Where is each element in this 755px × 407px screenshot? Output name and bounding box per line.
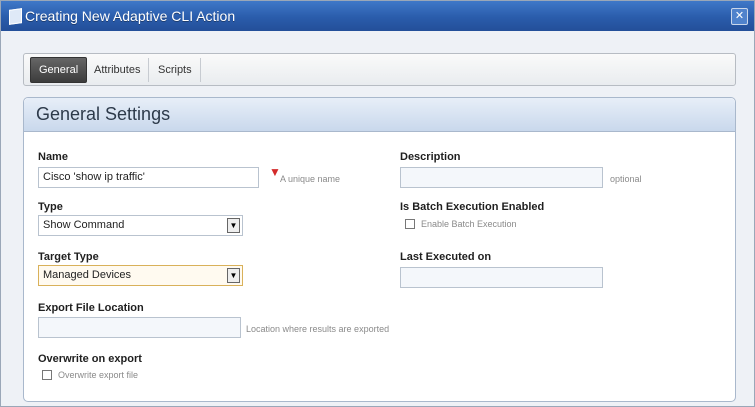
panel-header: General Settings — [24, 98, 735, 132]
export-location-label: Export File Location — [38, 302, 144, 314]
window-title: Creating New Adaptive CLI Action — [25, 8, 236, 24]
tab-general[interactable]: General — [30, 57, 88, 83]
dialog-window: Creating New Adaptive CLI Action ✕ Gener… — [0, 0, 755, 407]
batch-checkbox-label: Enable Batch Execution — [421, 219, 517, 229]
tab-strip: General Attributes Scripts — [23, 53, 736, 86]
type-select[interactable]: Show Command ▼ — [38, 215, 243, 236]
panel-title: General Settings — [36, 104, 171, 124]
chevron-down-icon[interactable]: ▼ — [227, 218, 240, 233]
target-type-select[interactable]: Managed Devices ▼ — [38, 265, 243, 286]
name-label: Name — [38, 151, 68, 163]
type-label: Type — [38, 201, 63, 213]
overwrite-label: Overwrite on export — [38, 353, 142, 365]
chevron-down-icon[interactable]: ▼ — [227, 268, 240, 283]
export-location-hint: Location where results are exported — [246, 324, 390, 334]
last-executed-label: Last Executed on — [400, 251, 492, 263]
type-select-value: Show Command — [43, 219, 125, 231]
target-type-label: Target Type — [38, 251, 99, 263]
batch-checkbox[interactable] — [405, 219, 415, 229]
batch-label: Is Batch Execution Enabled — [400, 201, 545, 213]
close-icon[interactable]: ✕ — [731, 8, 748, 25]
target-type-select-value: Managed Devices — [43, 269, 132, 281]
description-hint: optional — [610, 174, 642, 184]
title-bar[interactable]: Creating New Adaptive CLI Action ✕ — [1, 1, 754, 31]
tab-attributes[interactable]: Attributes — [86, 58, 150, 82]
overwrite-checkbox-label: Overwrite export file — [58, 370, 139, 380]
description-input[interactable] — [400, 167, 603, 188]
general-settings-panel: General Settings Name Cisco 'show ip tra… — [23, 97, 736, 402]
name-input[interactable]: Cisco 'show ip traffic' — [38, 167, 259, 188]
overwrite-checkbox[interactable] — [42, 370, 52, 380]
name-hint: A unique name — [280, 174, 341, 184]
description-label: Description — [400, 151, 461, 163]
app-icon — [9, 8, 22, 25]
last-executed-input[interactable] — [400, 267, 603, 288]
export-location-input[interactable] — [38, 317, 241, 338]
tab-scripts[interactable]: Scripts — [150, 58, 201, 82]
